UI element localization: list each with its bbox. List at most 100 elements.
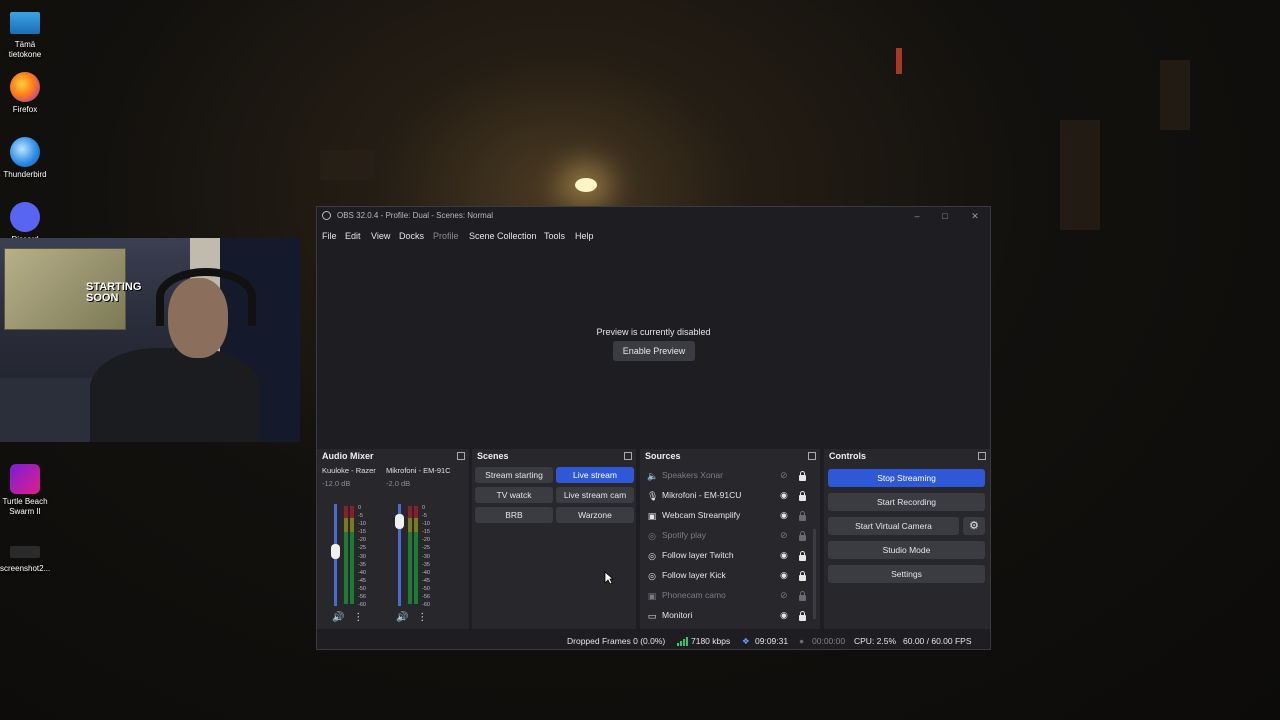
lock-icon[interactable] bbox=[799, 551, 806, 561]
eye-hidden-icon[interactable]: ⊘ bbox=[780, 530, 788, 541]
source-item[interactable]: ◎ Follow layer Twitch ◉ bbox=[644, 548, 814, 564]
fader-handle[interactable] bbox=[331, 544, 340, 559]
eye-hidden-icon[interactable]: ⊘ bbox=[780, 470, 788, 481]
channel-volume-db: -12.0 dB bbox=[322, 479, 351, 488]
desktop-icon-screenshot[interactable]: screenshot2... bbox=[0, 538, 50, 574]
building-window bbox=[320, 150, 375, 180]
eye-icon[interactable]: ◉ bbox=[780, 510, 788, 521]
source-name: Spotify play bbox=[662, 530, 706, 540]
dock-title: Audio Mixer bbox=[322, 451, 374, 461]
meter-ticks: 0 -5 -10 -15 -20 -25 -30 -35 -40 -45 -50 -56 -60 bbox=[422, 505, 430, 609]
eye-icon[interactable]: ◉ bbox=[780, 610, 788, 621]
eye-hidden-icon[interactable]: ⊘ bbox=[780, 590, 788, 601]
fader-handle[interactable] bbox=[395, 514, 404, 529]
desktop-icon-turtle-beach[interactable]: Turtle Beach Swarm II bbox=[0, 464, 50, 517]
monitor-icon: ▭ bbox=[647, 611, 657, 621]
level-meter bbox=[350, 506, 354, 604]
kebab-menu-icon[interactable]: ⋮ bbox=[353, 612, 363, 623]
source-item[interactable]: ◎ Follow layer Kick ◉ bbox=[644, 568, 814, 584]
menu-file[interactable]: File bbox=[322, 229, 337, 243]
scene-tv-watck[interactable]: TV watck bbox=[475, 487, 553, 503]
scene-warzone[interactable]: Warzone bbox=[556, 507, 634, 523]
minimize-icon[interactable]: – bbox=[907, 209, 927, 223]
obs-window[interactable]: OBS 32.0.4 - Profile: Dual - Scenes: Nor… bbox=[316, 206, 991, 650]
title-bar[interactable]: OBS 32.0.4 - Profile: Dual - Scenes: Nor… bbox=[317, 207, 990, 225]
stop-streaming-button[interactable]: Stop Streaming bbox=[828, 469, 985, 487]
source-item[interactable]: ◎ Spotify play ⊘ bbox=[644, 528, 814, 544]
menu-view[interactable]: View bbox=[371, 229, 390, 243]
desktop-icon-thunderbird[interactable]: Thunderbird bbox=[0, 137, 50, 180]
scenes-dock: Scenes Stream starting Live stream TV wa… bbox=[472, 449, 636, 629]
source-item[interactable]: ▭ Monitori ◉ bbox=[644, 608, 814, 624]
settings-button[interactable]: Settings bbox=[828, 565, 985, 583]
scene-brb[interactable]: BRB bbox=[475, 507, 553, 523]
menu-tools[interactable]: Tools bbox=[544, 229, 565, 243]
stream-time: 09:09:31 bbox=[755, 636, 789, 646]
record-icon: ● bbox=[799, 636, 805, 646]
scene-live-stream-cam[interactable]: Live stream cam bbox=[556, 487, 634, 503]
camera-icon: ▣ bbox=[647, 591, 657, 601]
maximize-icon[interactable]: □ bbox=[935, 209, 955, 223]
undock-icon[interactable] bbox=[624, 452, 632, 460]
menu-docks[interactable]: Docks bbox=[399, 229, 424, 243]
source-item[interactable]: ▣ Webcam Streamplify ◉ bbox=[644, 508, 814, 524]
dock-header: Sources bbox=[640, 449, 820, 463]
menu-profile[interactable]: Profile bbox=[433, 229, 459, 243]
building-window bbox=[1060, 120, 1100, 230]
menu-edit[interactable]: Edit bbox=[345, 229, 361, 243]
desktop-icon-firefox[interactable]: Firefox bbox=[0, 72, 50, 115]
signal-bars-icon bbox=[677, 637, 688, 646]
volume-fader[interactable] bbox=[331, 504, 340, 606]
lock-icon[interactable] bbox=[799, 491, 806, 501]
start-recording-button[interactable]: Start Recording bbox=[828, 493, 985, 511]
dock-header: Controls bbox=[824, 449, 990, 463]
speaker-mute-icon[interactable]: 🔊 bbox=[332, 612, 344, 623]
browser-icon: ◎ bbox=[648, 571, 656, 581]
window-title: OBS 32.0.4 - Profile: Dual - Scenes: Nor… bbox=[337, 211, 494, 220]
source-item[interactable]: 🎙 Mikrofoni - EM-91CU ◉ bbox=[644, 488, 814, 504]
source-item[interactable]: 🔈 Speakers Xonar ⊘ bbox=[644, 468, 814, 484]
close-icon[interactable]: ✕ bbox=[965, 209, 985, 223]
kebab-menu-icon[interactable]: ⋮ bbox=[417, 612, 427, 623]
unlock-icon[interactable] bbox=[799, 591, 806, 601]
start-virtual-camera-button[interactable]: Start Virtual Camera bbox=[828, 517, 959, 535]
camera-icon: ▣ bbox=[647, 511, 657, 521]
desktop-icon-label: Firefox bbox=[12, 105, 38, 114]
sources-dock: Sources 🔈 Speakers Xonar ⊘ 🎙 Mikrofoni -… bbox=[640, 449, 820, 629]
eye-icon[interactable]: ◉ bbox=[780, 550, 788, 561]
unlock-icon[interactable] bbox=[799, 511, 806, 521]
sources-scrollbar[interactable] bbox=[813, 529, 816, 619]
source-item[interactable]: ▣ Phonecam camo ⊘ bbox=[644, 588, 814, 604]
undock-icon[interactable] bbox=[808, 452, 816, 460]
lock-icon[interactable] bbox=[799, 471, 806, 481]
gear-icon[interactable]: ⚙ bbox=[963, 517, 985, 535]
channel-volume-db: -2.0 dB bbox=[386, 479, 411, 488]
scene-live-stream[interactable]: Live stream bbox=[556, 467, 634, 483]
desktop-icon-this-pc[interactable]: Tämä tietokone bbox=[0, 8, 50, 60]
dock-title: Controls bbox=[829, 451, 866, 461]
studio-mode-button[interactable]: Studio Mode bbox=[828, 541, 985, 559]
firefox-icon bbox=[10, 72, 40, 102]
controls-dock: Controls Stop Streaming Start Recording … bbox=[824, 449, 990, 629]
undock-icon[interactable] bbox=[978, 452, 986, 460]
microphone-icon: 🎙 bbox=[647, 491, 659, 501]
audio-mixer-dock: Audio Mixer Kuuloke - Razer -12.0 dB 0 -5… bbox=[317, 449, 469, 629]
menu-scene-collection[interactable]: Scene Collection bbox=[469, 229, 537, 243]
source-name: Follow layer Kick bbox=[662, 570, 726, 580]
speaker-mute-icon[interactable]: 🔊 bbox=[396, 612, 408, 623]
volume-fader[interactable] bbox=[395, 504, 404, 606]
lock-icon[interactable] bbox=[799, 571, 806, 581]
preview-disabled-message: Preview is currently disabled bbox=[596, 327, 711, 337]
menu-help[interactable]: Help bbox=[575, 229, 594, 243]
channel-name: Kuuloke - Razer bbox=[322, 466, 376, 475]
unlock-icon[interactable] bbox=[799, 531, 806, 541]
source-name: Webcam Streamplify bbox=[662, 510, 741, 520]
lock-icon[interactable] bbox=[799, 611, 806, 621]
enable-preview-button[interactable]: Enable Preview bbox=[613, 341, 695, 361]
scene-stream-starting[interactable]: Stream starting bbox=[475, 467, 553, 483]
eye-icon[interactable]: ◉ bbox=[780, 490, 788, 501]
bitrate: 7180 kbps bbox=[691, 636, 731, 646]
source-name: Mikrofoni - EM-91CU bbox=[662, 490, 742, 500]
undock-icon[interactable] bbox=[457, 452, 465, 460]
eye-icon[interactable]: ◉ bbox=[780, 570, 788, 581]
